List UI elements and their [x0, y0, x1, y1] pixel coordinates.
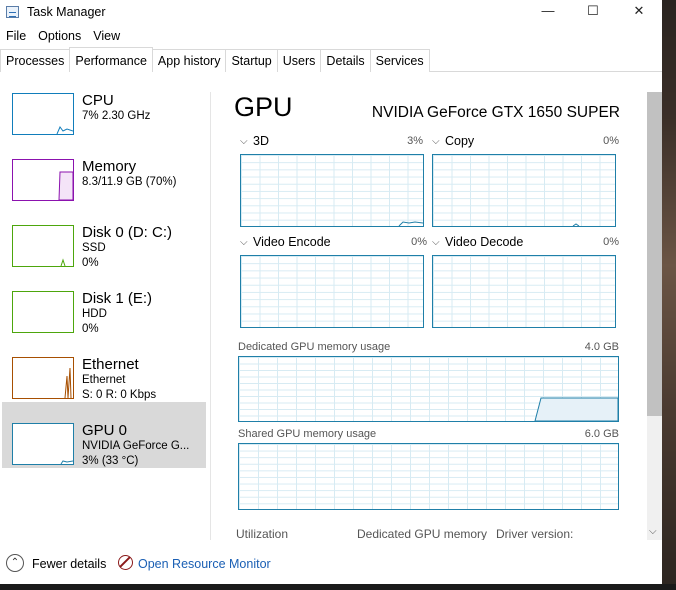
maximize-button[interactable]: ☐ [570, 0, 616, 24]
chevron-up-icon[interactable]: ⌃ [6, 554, 24, 572]
disk0-thumbnail [12, 225, 74, 267]
ethernet-thumbnail [12, 357, 74, 399]
device-detail: 8.3/11.9 GB (70%) [82, 176, 177, 188]
device-gpu-0[interactable]: GPU 0 NVIDIA GeForce G... 3% (33 °C) [2, 402, 206, 468]
disk1-thumbnail [12, 291, 74, 333]
engine-copy-pct: 0% [603, 135, 619, 147]
graph-3d-line [398, 221, 423, 226]
device-detail: 7% 2.30 GHz [82, 110, 151, 122]
fewer-details-link[interactable]: Fewer details [32, 557, 106, 571]
cpu-thumb-graph [56, 126, 74, 135]
chevron-down-icon[interactable]: ⌵ [432, 237, 440, 248]
device-ethernet[interactable]: Ethernet Ethernet S: 0 R: 0 Kbps [2, 336, 206, 402]
tab-services[interactable]: Services [369, 49, 430, 72]
graph-copy [432, 154, 616, 227]
scroll-down-icon[interactable]: ⌵ [649, 526, 657, 537]
ethernet-thumb-graph [64, 367, 72, 399]
shared-memory-max: 6.0 GB [584, 428, 619, 440]
tab-users[interactable]: Users [276, 49, 322, 72]
graph-shared-memory [238, 443, 619, 510]
cpu-thumbnail [12, 93, 74, 135]
footer: ⌃ Fewer details Open Resource Monitor [0, 540, 662, 584]
device-throughput: S: 0 R: 0 Kbps [82, 389, 157, 401]
open-resource-monitor-link[interactable]: Open Resource Monitor [138, 557, 271, 571]
graph-video-encode [240, 255, 424, 328]
engine-video-encode-pct: 0% [411, 236, 427, 248]
menu-file[interactable]: File [0, 26, 32, 46]
close-button[interactable]: ✕ [616, 0, 662, 24]
dedicated-memory-label: Dedicated GPU memory usage [238, 341, 391, 353]
graph-dedicated-memory-line [534, 397, 618, 421]
gpu-detail-pane: GPU NVIDIA GeForce GTX 1650 SUPER ⌵ 3D 3… [211, 72, 647, 540]
stat-utilization-label: Utilization [236, 527, 289, 540]
device-disk-1[interactable]: Disk 1 (E:) HDD 0% [2, 270, 206, 336]
engine-video-encode-label[interactable]: Video Encode [253, 235, 331, 249]
shared-memory-label: Shared GPU memory usage [238, 428, 377, 440]
menu-bar: File Options View [0, 26, 126, 46]
stat-driver-label: Driver version: [496, 527, 574, 540]
taskbar-edge [0, 584, 676, 590]
chevron-down-icon[interactable]: ⌵ [432, 136, 440, 147]
graph-3d [240, 154, 424, 227]
device-adapter: Ethernet [82, 374, 126, 386]
device-type: HDD [82, 308, 107, 320]
tab-processes[interactable]: Processes [0, 49, 71, 72]
gpu-title: GPU [234, 92, 293, 122]
graph-video-decode [432, 255, 616, 328]
stat-dedicated-label: Dedicated GPU memory [357, 527, 488, 540]
chevron-down-icon[interactable]: ⌵ [240, 237, 248, 248]
device-type: SSD [82, 242, 106, 254]
chevron-down-icon[interactable]: ⌵ [240, 136, 248, 147]
memory-thumb-graph [58, 171, 74, 201]
minimize-button[interactable]: — [525, 0, 571, 24]
dedicated-memory-max: 4.0 GB [584, 341, 619, 353]
graph-copy-line [572, 223, 580, 226]
device-name: GPU 0 [82, 422, 128, 439]
device-name: Ethernet [82, 356, 139, 373]
menu-view[interactable]: View [87, 26, 126, 46]
gpu-model: NVIDIA GeForce GTX 1650 SUPER [371, 104, 620, 121]
vertical-scrollbar[interactable]: ⌵ [647, 92, 662, 540]
device-name: CPU [82, 92, 114, 109]
task-manager-icon [6, 6, 19, 18]
device-usage: 3% (33 °C) [82, 455, 139, 467]
task-manager-window: Task Manager — ☐ ✕ File Options View Pro… [0, 0, 662, 584]
engine-3d-label[interactable]: 3D [253, 134, 269, 148]
device-model: NVIDIA GeForce G... [82, 440, 190, 452]
tab-bar: Processes Performance App history Startu… [0, 47, 430, 72]
engine-3d-pct: 3% [407, 135, 423, 147]
device-name: Disk 1 (E:) [82, 290, 153, 307]
title-bar[interactable]: Task Manager — ☐ ✕ [0, 0, 662, 24]
gpu-thumbnail [12, 423, 74, 465]
desktop-background [662, 0, 676, 590]
device-name: Disk 0 (D: C:) [82, 224, 172, 241]
tab-details[interactable]: Details [320, 49, 371, 72]
engine-video-decode-label[interactable]: Video Decode [445, 235, 523, 249]
memory-thumbnail [12, 159, 74, 201]
scrollbar-thumb[interactable] [647, 92, 662, 416]
resource-monitor-icon[interactable] [118, 555, 133, 570]
tab-startup[interactable]: Startup [225, 49, 278, 72]
device-cpu[interactable]: CPU 7% 2.30 GHz [2, 72, 206, 138]
device-usage: 0% [82, 257, 99, 269]
disk0-thumb-graph [60, 258, 66, 267]
tab-performance[interactable]: Performance [69, 47, 153, 72]
device-disk-0[interactable]: Disk 0 (D: C:) SSD 0% [2, 204, 206, 270]
device-name: Memory [82, 158, 137, 175]
window-title: Task Manager [27, 5, 106, 19]
engine-copy-label[interactable]: Copy [445, 134, 474, 148]
engine-video-decode-pct: 0% [603, 236, 619, 248]
graph-dedicated-memory [238, 356, 619, 422]
device-memory[interactable]: Memory 8.3/11.9 GB (70%) [2, 138, 206, 204]
gpu-thumb-graph [60, 460, 74, 465]
tab-app-history[interactable]: App history [151, 49, 227, 72]
menu-options[interactable]: Options [32, 26, 87, 46]
device-usage: 0% [82, 323, 99, 335]
device-list: CPU 7% 2.30 GHz Memory 8.3/11.9 GB (70%)… [0, 72, 210, 540]
